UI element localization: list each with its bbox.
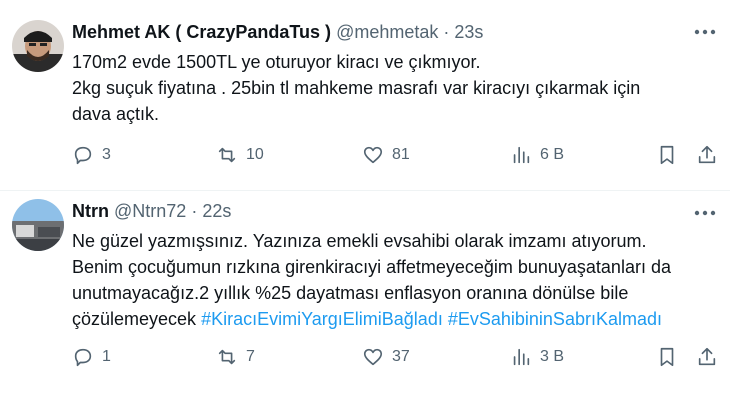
action-bar: 3 10 81 6 B <box>72 144 722 168</box>
tweet-line: Ne güzel yazmışsınız. Yazınıza emekli ev… <box>72 231 647 251</box>
reply-button[interactable]: 3 <box>72 144 111 166</box>
bookmark-icon <box>660 347 674 367</box>
handle[interactable]: @Ntrn72 <box>114 201 186 221</box>
views-count: 6 B <box>540 146 565 163</box>
share-button[interactable] <box>696 346 718 368</box>
tweet-text: 170m2 evde 1500TL ye oturuyor kiracı ve … <box>72 49 712 127</box>
avatar[interactable] <box>12 20 64 72</box>
retweet-button[interactable]: 7 <box>216 346 255 368</box>
tweet-line: çözülemeyecek #KiracıEvimiYargıElimiBağl… <box>72 306 712 332</box>
share-icon <box>698 145 716 164</box>
like-button[interactable]: 81 <box>362 144 410 166</box>
retweet-icon <box>218 349 236 365</box>
views-button[interactable]: 6 B <box>510 144 564 166</box>
hashtag-link[interactable]: #KiracıEvimiYargıElimiBağladı <box>201 309 443 329</box>
tweet-line: dava açtık. <box>72 104 160 124</box>
tweet-text: Ne güzel yazmışsınız. Yazınıza emekli ev… <box>72 228 712 332</box>
tweet-line: 2kg suçuk fiyatına . 25bin tl mahkeme ma… <box>72 78 641 98</box>
more-icon[interactable] <box>692 203 718 223</box>
like-button[interactable]: 37 <box>362 346 410 368</box>
handle[interactable]: @mehmetak <box>336 22 438 42</box>
retweet-button[interactable]: 10 <box>216 144 264 166</box>
reply-button[interactable]: 1 <box>72 346 111 368</box>
views-icon <box>513 348 530 366</box>
retweet-icon <box>218 147 236 163</box>
reply-count: 1 <box>102 348 111 365</box>
share-button[interactable] <box>696 144 718 166</box>
reply-count: 3 <box>102 146 111 163</box>
views-icon <box>513 146 530 164</box>
tweet-header: Ntrn @Ntrn72 · 22s <box>72 201 231 222</box>
tweet-line: 170m2 evde 1500TL ye oturuyor kiracı ve … <box>72 52 481 72</box>
separator: · <box>443 22 450 42</box>
display-name[interactable]: Mehmet AK ( CrazyPandaTus ) <box>72 22 331 42</box>
bookmark-icon <box>660 145 674 165</box>
tweet-line: unutmayacağız.2 yıllık %25 dayatması enf… <box>72 283 629 303</box>
more-icon[interactable] <box>692 22 718 42</box>
retweet-count: 10 <box>246 146 264 163</box>
retweet-count: 7 <box>246 348 255 365</box>
tweet-1[interactable]: Mehmet AK ( CrazyPandaTus ) @mehmetak · … <box>0 0 730 191</box>
views-button[interactable]: 3 B <box>510 346 564 368</box>
like-icon <box>363 348 383 366</box>
bookmark-button[interactable] <box>656 346 678 368</box>
action-bar: 1 7 37 3 B <box>72 346 722 370</box>
tweet-line-text: çözülemeyecek <box>72 309 197 329</box>
avatar[interactable] <box>12 199 64 251</box>
tweet-header: Mehmet AK ( CrazyPandaTus ) @mehmetak · … <box>72 22 483 43</box>
tweet-2[interactable]: Ntrn @Ntrn72 · 22s Ne güzel yazmışsınız.… <box>0 191 730 420</box>
timestamp[interactable]: 23s <box>454 22 483 42</box>
hashtag-link[interactable]: #EvSahibininSabrıKalmadı <box>448 309 662 329</box>
like-icon <box>363 146 383 164</box>
bookmark-button[interactable] <box>656 144 678 166</box>
views-count: 3 B <box>540 348 565 365</box>
display-name[interactable]: Ntrn <box>72 201 109 221</box>
reply-icon <box>74 348 92 367</box>
like-count: 81 <box>392 146 410 163</box>
separator: · <box>191 201 198 221</box>
reply-icon <box>74 146 92 165</box>
timestamp[interactable]: 22s <box>202 201 231 221</box>
share-icon <box>698 347 716 366</box>
tweet-line: Benim çocuğumun rızkına girenkiracıyi af… <box>72 257 671 277</box>
like-count: 37 <box>392 348 410 365</box>
